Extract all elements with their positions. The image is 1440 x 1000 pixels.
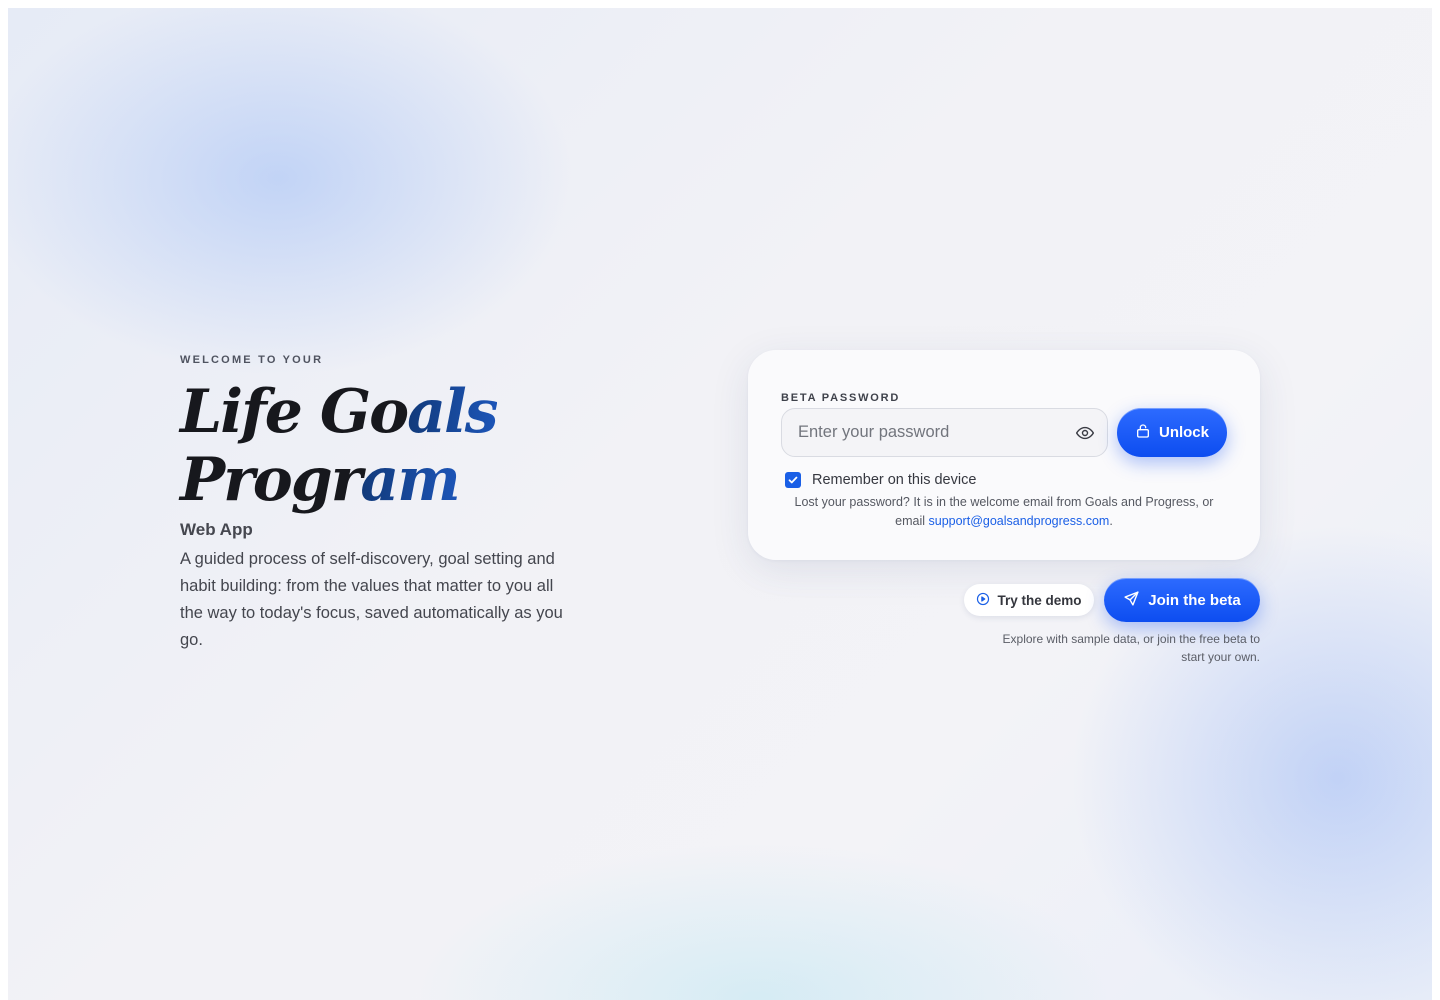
remember-label[interactable]: Remember on this device [812, 472, 976, 488]
join-beta-button[interactable]: Join the beta [1104, 578, 1260, 622]
login-page: WELCOME TO YOUR Life Goals Program Web A… [8, 8, 1432, 1000]
try-demo-label: Try the demo [997, 592, 1082, 608]
app-description: A guided process of self-discovery, goal… [180, 550, 563, 649]
support-email-link[interactable]: support@goalsandprogress.com [929, 514, 1110, 528]
remember-row: Remember on this device [785, 472, 976, 488]
login-card: BETA PASSWORD Unlock Remember on this de… [748, 350, 1260, 560]
unlock-button[interactable]: Unlock [1117, 408, 1227, 457]
actions-note: Explore with sample data, or join the fr… [1002, 632, 1260, 664]
join-beta-label: Join the beta [1148, 591, 1241, 609]
try-demo-button[interactable]: Try the demo [964, 584, 1094, 616]
password-label: BETA PASSWORD [781, 392, 901, 404]
title-line-1: Life Goals [180, 377, 499, 447]
remember-checkbox[interactable] [785, 472, 801, 488]
eye-icon[interactable] [1075, 423, 1095, 443]
hero-section: WELCOME TO YOUR Life Goals Program Web A… [180, 354, 580, 654]
welcome-eyebrow: WELCOME TO YOUR [180, 354, 324, 366]
password-field [781, 408, 1108, 457]
password-input[interactable] [798, 409, 1058, 456]
send-icon [1123, 590, 1140, 611]
unlock-label: Unlock [1158, 424, 1209, 441]
password-help: Lost your password? It is in the welcome… [794, 495, 1214, 528]
app-title: Life Goals Program [180, 378, 580, 514]
title-line-2: Program [180, 445, 461, 515]
app-subtitle: Web App [180, 520, 253, 539]
lock-icon [1135, 423, 1151, 443]
play-circle-icon [976, 592, 990, 609]
